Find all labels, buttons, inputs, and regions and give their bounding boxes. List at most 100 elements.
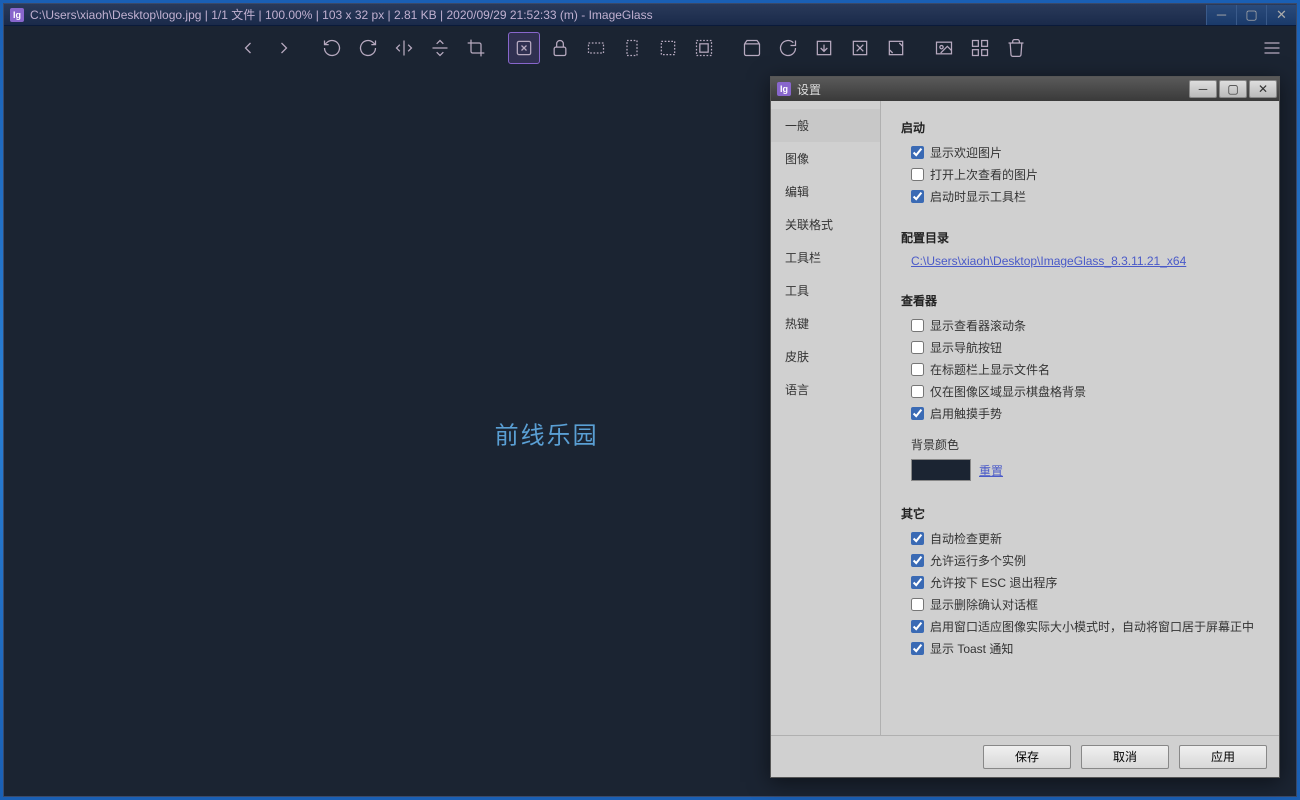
settings-content: 启动 显示欢迎图片 打开上次查看的图片 启动时显示工具栏 配置目录 C:\Use… — [881, 101, 1279, 735]
checkbox-open-last-input[interactable] — [911, 168, 924, 181]
nav-edit[interactable]: 编辑 — [771, 175, 880, 208]
checkbox-toast-input[interactable] — [911, 642, 924, 655]
settings-body: 一般 图像 编辑 关联格式 工具栏 工具 热键 皮肤 语言 启动 显示欢迎图片 … — [771, 101, 1279, 735]
config-path-row: C:\Users\xiaoh\Desktop\ImageGlass_8.3.11… — [911, 254, 1259, 268]
refresh-button[interactable] — [772, 32, 804, 64]
flip-vertical-button[interactable] — [424, 32, 456, 64]
checkbox-filename[interactable]: 在标题栏上显示文件名 — [911, 361, 1259, 378]
prev-image-button[interactable] — [232, 32, 264, 64]
next-image-button[interactable] — [268, 32, 300, 64]
settings-minimize-button[interactable]: ─ — [1189, 80, 1217, 98]
crop-button[interactable] — [460, 32, 492, 64]
goto-button[interactable] — [808, 32, 840, 64]
checkbox-nav[interactable]: 显示导航按钮 — [911, 339, 1259, 356]
rotate-right-button[interactable] — [352, 32, 384, 64]
section-startup-title: 启动 — [901, 119, 1259, 136]
checkbox-scrollbar-input[interactable] — [911, 319, 924, 332]
auto-zoom-button[interactable] — [508, 32, 540, 64]
bg-color-reset-link[interactable]: 重置 — [979, 462, 1003, 479]
settings-nav: 一般 图像 编辑 关联格式 工具栏 工具 热键 皮肤 语言 — [771, 101, 881, 735]
scale-to-height-button[interactable] — [616, 32, 648, 64]
settings-footer: 保存 取消 应用 — [771, 735, 1279, 777]
checkbox-delete-confirm[interactable]: 显示删除确认对话框 — [911, 596, 1259, 613]
checkbox-auto-update[interactable]: 自动检查更新 — [911, 530, 1259, 547]
checkbox-label: 打开上次查看的图片 — [930, 166, 1038, 183]
config-path-link[interactable]: C:\Users\xiaoh\Desktop\ImageGlass_8.3.11… — [911, 254, 1186, 268]
checkbox-esc-exit[interactable]: 允许按下 ESC 退出程序 — [911, 574, 1259, 591]
checkbox-open-last[interactable]: 打开上次查看的图片 — [911, 166, 1259, 183]
checkbox-label: 显示欢迎图片 — [930, 144, 1002, 161]
nav-assoc[interactable]: 关联格式 — [771, 208, 880, 241]
checkbox-touch-input[interactable] — [911, 407, 924, 420]
checkbox-scrollbar[interactable]: 显示查看器滚动条 — [911, 317, 1259, 334]
checkbox-toast[interactable]: 显示 Toast 通知 — [911, 640, 1259, 657]
scale-fill-button[interactable] — [688, 32, 720, 64]
menu-button[interactable] — [1256, 32, 1288, 64]
settings-close-button[interactable]: ✕ — [1249, 80, 1277, 98]
checkbox-label: 自动检查更新 — [930, 530, 1002, 547]
checkbox-show-welcome[interactable]: 显示欢迎图片 — [911, 144, 1259, 161]
checkbox-checker-bg[interactable]: 仅在图像区域显示棋盘格背景 — [911, 383, 1259, 400]
checkbox-delete-confirm-input[interactable] — [911, 598, 924, 611]
window-fit-button[interactable] — [844, 32, 876, 64]
checkbox-filename-input[interactable] — [911, 363, 924, 376]
checkbox-window-fit-input[interactable] — [911, 620, 924, 633]
settings-title: 设置 — [797, 81, 1189, 98]
window-controls: ─ ▢ ✕ — [1206, 5, 1296, 25]
checkbox-label: 启用窗口适应图像实际大小模式时，自动将窗口居于屏幕正中 — [930, 618, 1254, 635]
checkbox-show-welcome-input[interactable] — [911, 146, 924, 159]
settings-app-icon: Ig — [777, 82, 791, 96]
checkbox-multi-instance[interactable]: 允许运行多个实例 — [911, 552, 1259, 569]
settings-window-controls: ─ ▢ ✕ — [1189, 80, 1279, 98]
nav-tools[interactable]: 工具 — [771, 274, 880, 307]
slideshow-button[interactable] — [928, 32, 960, 64]
checkbox-auto-update-input[interactable] — [911, 532, 924, 545]
cancel-button[interactable]: 取消 — [1081, 745, 1169, 769]
nav-hotkeys[interactable]: 热键 — [771, 307, 880, 340]
flip-horizontal-button[interactable] — [388, 32, 420, 64]
maximize-button[interactable]: ▢ — [1236, 5, 1266, 25]
scale-to-width-button[interactable] — [580, 32, 612, 64]
checkbox-label: 仅在图像区域显示棋盘格背景 — [930, 383, 1086, 400]
lock-zoom-button[interactable] — [544, 32, 576, 64]
rotate-left-button[interactable] — [316, 32, 348, 64]
settings-window: Ig 设置 ─ ▢ ✕ 一般 图像 编辑 关联格式 工具栏 工具 热键 皮肤 语… — [770, 76, 1280, 778]
checkbox-nav-input[interactable] — [911, 341, 924, 354]
section-other-title: 其它 — [901, 505, 1259, 522]
checkbox-multi-instance-input[interactable] — [911, 554, 924, 567]
checkbox-label: 在标题栏上显示文件名 — [930, 361, 1050, 378]
checkbox-checker-bg-input[interactable] — [911, 385, 924, 398]
titlebar-text: C:\Users\xiaoh\Desktop\logo.jpg | 1/1 文件… — [30, 6, 1206, 23]
app-icon: Ig — [10, 8, 24, 22]
apply-button[interactable]: 应用 — [1179, 745, 1267, 769]
section-config-title: 配置目录 — [901, 229, 1259, 246]
scale-to-fit-button[interactable] — [652, 32, 684, 64]
checkbox-touch[interactable]: 启用触摸手势 — [911, 405, 1259, 422]
minimize-button[interactable]: ─ — [1206, 5, 1236, 25]
main-toolbar — [4, 26, 1296, 70]
nav-general[interactable]: 一般 — [771, 109, 880, 142]
save-button[interactable]: 保存 — [983, 745, 1071, 769]
settings-maximize-button[interactable]: ▢ — [1219, 80, 1247, 98]
nav-language[interactable]: 语言 — [771, 373, 880, 406]
checkbox-label: 启动时显示工具栏 — [930, 188, 1026, 205]
checkbox-label: 显示删除确认对话框 — [930, 596, 1038, 613]
checkbox-window-fit[interactable]: 启用窗口适应图像实际大小模式时，自动将窗口居于屏幕正中 — [911, 618, 1259, 635]
checkbox-show-toolbar[interactable]: 启动时显示工具栏 — [911, 188, 1259, 205]
delete-button[interactable] — [1000, 32, 1032, 64]
fullscreen-button[interactable] — [880, 32, 912, 64]
settings-titlebar: Ig 设置 ─ ▢ ✕ — [771, 77, 1279, 101]
nav-image[interactable]: 图像 — [771, 142, 880, 175]
section-viewer-title: 查看器 — [901, 292, 1259, 309]
thumbnail-button[interactable] — [964, 32, 996, 64]
nav-toolbar[interactable]: 工具栏 — [771, 241, 880, 274]
bg-color-swatch[interactable] — [911, 459, 971, 481]
checkbox-show-toolbar-input[interactable] — [911, 190, 924, 203]
bg-color-label: 背景颜色 — [911, 436, 1259, 453]
close-button[interactable]: ✕ — [1266, 5, 1296, 25]
checkbox-label: 显示导航按钮 — [930, 339, 1002, 356]
main-titlebar: Ig C:\Users\xiaoh\Desktop\logo.jpg | 1/1… — [4, 4, 1296, 26]
nav-skin[interactable]: 皮肤 — [771, 340, 880, 373]
open-file-button[interactable] — [736, 32, 768, 64]
checkbox-esc-exit-input[interactable] — [911, 576, 924, 589]
